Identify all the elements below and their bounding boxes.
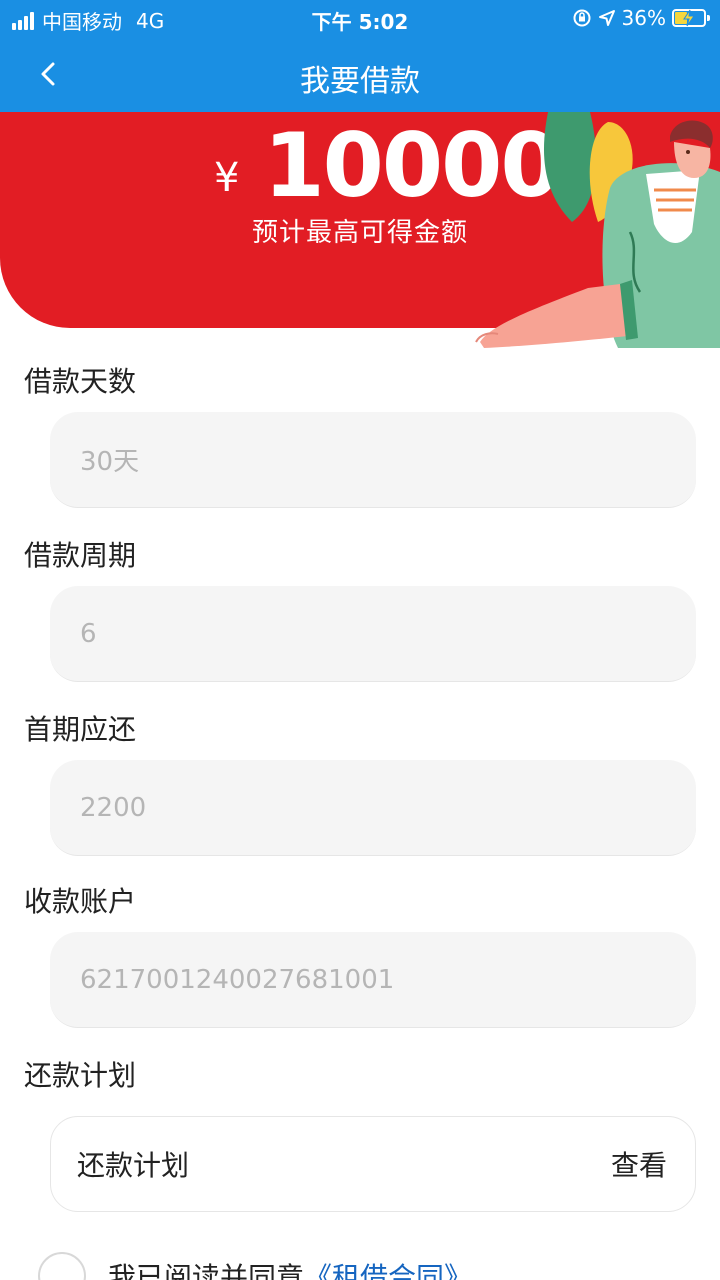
rotation-lock-icon	[573, 9, 591, 27]
period-label: 借款周期	[24, 539, 137, 572]
amount-subtitle: 预计最高可得金额	[251, 218, 468, 248]
first-repay-value: 2200	[80, 792, 147, 823]
contract-link[interactable]: 《租借合同》	[304, 1256, 472, 1280]
first-repay-field[interactable]: 2200	[50, 760, 696, 856]
plan-label: 还款计划	[24, 1059, 137, 1092]
view-plan-button[interactable]: 查看	[611, 1144, 667, 1184]
days-label: 借款天数	[24, 365, 137, 398]
plan-item-label: 还款计划	[77, 1149, 190, 1182]
status-right: 36%	[572, 6, 710, 30]
agree-checkbox[interactable]	[38, 1252, 86, 1280]
account-field[interactable]: 6217001240027681001	[50, 932, 696, 1028]
days-value: 30天	[80, 447, 140, 477]
first-repay-label: 首期应还	[24, 713, 137, 746]
period-field[interactable]: 6	[50, 586, 696, 682]
agreement-text: 我已阅读并同意	[108, 1261, 305, 1280]
status-bar: 中国移动 4G 下午 5:02 36%	[0, 0, 720, 36]
account-label: 收款账户	[24, 885, 137, 918]
currency-symbol: ¥	[214, 154, 240, 201]
repayment-plan-row[interactable]: 还款计划 查看	[50, 1116, 696, 1212]
page-title: 我要借款	[300, 64, 420, 99]
battery-percent: 36%	[621, 6, 666, 30]
nav-bar: 我要借款	[0, 36, 720, 112]
account-value: 6217001240027681001	[80, 964, 395, 995]
amount-banner: ¥ 10000 预计最高可得金额	[0, 112, 720, 348]
agreement-row: 我已阅读并同意 《租借合同》	[38, 1252, 472, 1280]
period-value: 6	[80, 618, 97, 649]
location-arrow-icon	[598, 10, 615, 26]
battery-icon	[672, 9, 710, 27]
days-field[interactable]: 30天	[50, 412, 696, 508]
person-illustration	[475, 112, 720, 348]
